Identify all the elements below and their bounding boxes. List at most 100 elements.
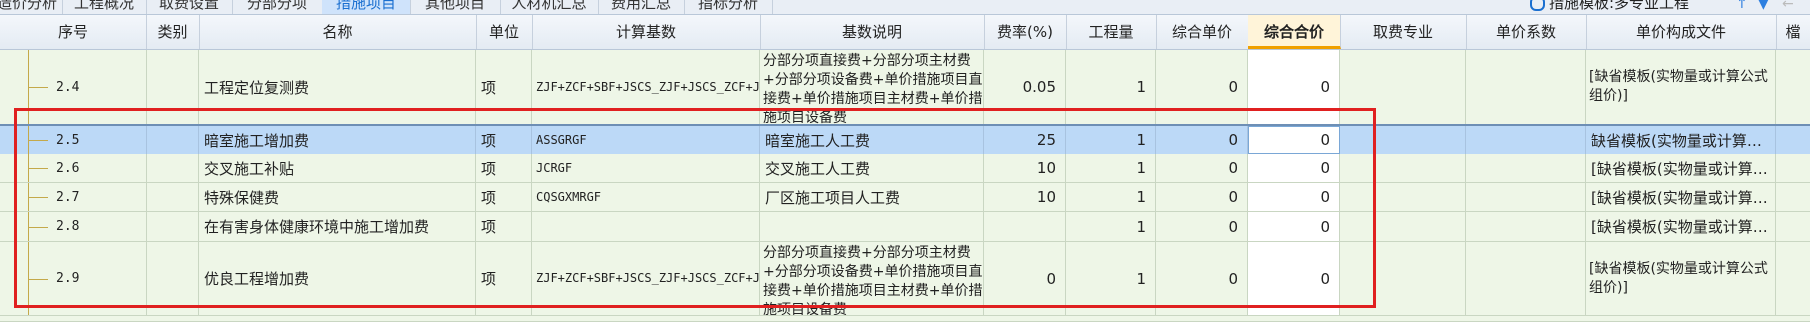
tab-other-items[interactable]: 其他项目 <box>410 0 501 14</box>
row-name[interactable]: 工程定位复测费 <box>199 50 476 124</box>
row-category[interactable] <box>146 212 199 241</box>
arrow-up-icon[interactable]: ↑ <box>1736 0 1748 12</box>
row-base[interactable]: CQSGXMRGF <box>532 183 760 211</box>
row-unit-coef[interactable] <box>1466 126 1586 154</box>
table-row[interactable]: 2.8 在有害身体健康环境中施工增加费 项 1 0 0 [缺省模板(实物量或计算… <box>0 212 1810 242</box>
row-rate[interactable] <box>984 212 1066 241</box>
row-base-desc[interactable]: 分部分项直接费+分部分项主材费+分部分项设备费+单价措施项目直接费+单价措施项目… <box>760 50 984 124</box>
row-name[interactable]: 暗室施工增加费 <box>199 126 476 154</box>
row-fee-major[interactable] <box>1340 183 1466 211</box>
table-row-selected[interactable]: 2.5 暗室施工增加费 项 ASSGRGF 暗室施工人工费 25 1 0 0 缺… <box>0 124 1810 156</box>
row-unit-coef[interactable] <box>1466 50 1586 124</box>
row-unit[interactable]: 项 <box>476 242 532 315</box>
col-header-rate[interactable]: 费率(%) <box>984 15 1067 49</box>
row-price-file[interactable]: 缺省模板(实物量或计算… <box>1586 126 1776 154</box>
row-name[interactable]: 特殊保健费 <box>199 183 476 211</box>
col-header-extra[interactable]: 檔 <box>1776 15 1810 49</box>
col-header-fee-major[interactable]: 取费专业 <box>1340 15 1467 49</box>
row-price-file[interactable]: [缺省模板(实物量或计算… <box>1586 183 1776 211</box>
row-category[interactable] <box>146 50 199 124</box>
row-qty[interactable]: 1 <box>1066 183 1156 211</box>
tab-measure-items[interactable]: 措施项目 <box>322 0 411 14</box>
row-base-desc[interactable] <box>760 212 984 241</box>
row-rate[interactable]: 0 <box>984 242 1066 315</box>
table-row[interactable]: 2.7 特殊保健费 项 CQSGXMRGF 厂区施工项目人工费 10 1 0 0… <box>0 183 1810 212</box>
col-header-price-file[interactable]: 单价构成文件 <box>1586 15 1777 49</box>
table-row[interactable]: 2.6 交叉施工补贴 项 JCRGF 交叉施工人工费 10 1 0 0 [缺省模… <box>0 154 1810 183</box>
tab-cost-analysis[interactable]: 造价分析 <box>0 0 63 14</box>
row-total[interactable]: 0 <box>1248 183 1340 211</box>
col-header-unit-price[interactable]: 综合单价 <box>1156 15 1249 49</box>
row-base[interactable]: ZJF+ZCF+SBF+JSCS_ZJF+JSCS_ZCF+JSCS_SBF <box>532 242 760 315</box>
row-category[interactable] <box>146 242 199 315</box>
tab-sub-items[interactable]: 分部分项 <box>232 0 323 14</box>
table-row[interactable]: 2.4 工程定位复测费 项 ZJF+ZCF+SBF+JSCS_ZJF+JSCS_… <box>0 50 1810 125</box>
col-header-unit[interactable]: 单位 <box>476 15 533 49</box>
row-total[interactable]: 0 <box>1248 50 1340 124</box>
row-unit[interactable]: 项 <box>476 212 532 241</box>
row-base[interactable]: JCRGF <box>532 154 760 182</box>
row-name[interactable]: 交叉施工补贴 <box>199 154 476 182</box>
row-unit-coef[interactable] <box>1466 242 1586 315</box>
row-rate[interactable]: 10 <box>984 154 1066 182</box>
row-base-desc[interactable]: 交叉施工人工费 <box>760 154 984 182</box>
row-rate[interactable]: 25 <box>984 126 1066 154</box>
col-header-seq[interactable]: 序号 <box>0 15 147 49</box>
row-category[interactable] <box>146 126 199 154</box>
row-fee-major[interactable] <box>1340 50 1466 124</box>
row-base[interactable]: ZJF+ZCF+SBF+JSCS_ZJF+JSCS_ZCF+JSCS_SBF <box>532 50 760 124</box>
row-price-file[interactable]: [缺省模板(实物量或计算公式组价)] <box>1586 50 1776 124</box>
row-unit[interactable]: 项 <box>476 50 532 124</box>
row-qty[interactable]: 1 <box>1066 126 1156 154</box>
row-price-file[interactable]: [缺省模板(实物量或计算… <box>1586 154 1776 182</box>
row-total[interactable]: 0 <box>1248 212 1340 241</box>
row-category[interactable] <box>146 154 199 182</box>
row-qty[interactable]: 1 <box>1066 154 1156 182</box>
row-total[interactable]: 0 <box>1248 154 1340 182</box>
tab-index-analysis[interactable]: 指标分析 <box>684 0 773 14</box>
tab-project-overview[interactable]: 工程概况 <box>62 0 147 14</box>
table-row[interactable]: 2.9 优良工程增加费 项 ZJF+ZCF+SBF+JSCS_ZJF+JSCS_… <box>0 242 1810 316</box>
row-unit[interactable]: 项 <box>476 183 532 211</box>
row-unit-price[interactable]: 0 <box>1156 154 1248 182</box>
row-unit[interactable]: 项 <box>476 126 532 154</box>
row-unit-coef[interactable] <box>1466 212 1586 241</box>
row-fee-major[interactable] <box>1340 154 1466 182</box>
row-category[interactable] <box>146 183 199 211</box>
tab-labor-material-summary[interactable]: 人材机汇总 <box>500 0 599 14</box>
row-qty[interactable]: 1 <box>1066 212 1156 241</box>
col-header-name[interactable]: 名称 <box>199 15 477 49</box>
row-unit-price[interactable]: 0 <box>1156 126 1248 154</box>
row-unit-price[interactable]: 0 <box>1156 212 1248 241</box>
row-base-desc[interactable]: 暗室施工人工费 <box>760 126 984 154</box>
row-base-desc[interactable]: 分部分项直接费+分部分项主材费+分部分项设备费+单价措施项目直接费+单价措施项目… <box>760 242 984 315</box>
row-unit-price[interactable]: 0 <box>1156 50 1248 124</box>
row-fee-major[interactable] <box>1340 126 1466 154</box>
row-unit-price[interactable]: 0 <box>1156 242 1248 315</box>
row-base[interactable] <box>532 212 760 241</box>
col-header-category[interactable]: 类别 <box>146 15 200 49</box>
row-qty[interactable]: 1 <box>1066 242 1156 315</box>
row-fee-major[interactable] <box>1340 242 1466 315</box>
row-price-file[interactable]: [缺省模板(实物量或计算公式组价)] <box>1586 242 1776 315</box>
measure-template-label[interactable]: 措施模板:多专业工程 <box>1530 0 1689 14</box>
row-base-desc[interactable]: 厂区施工项目人工费 <box>760 183 984 211</box>
arrow-down-icon[interactable]: ▼ <box>1758 0 1769 12</box>
col-header-total[interactable]: 综合合价 <box>1248 15 1341 49</box>
row-unit-coef[interactable] <box>1466 154 1586 182</box>
row-total[interactable]: 0 <box>1248 242 1340 315</box>
row-rate[interactable]: 10 <box>984 183 1066 211</box>
tab-fee-summary[interactable]: 费用汇总 <box>598 0 685 14</box>
row-fee-major[interactable] <box>1340 212 1466 241</box>
row-base[interactable]: ASSGRGF <box>532 126 760 154</box>
row-unit-coef[interactable] <box>1466 183 1586 211</box>
row-name[interactable]: 在有害身体健康环境中施工增加费 <box>199 212 476 241</box>
tab-fee-settings[interactable]: 取费设置 <box>146 0 233 14</box>
col-header-unit-coef[interactable]: 单价系数 <box>1466 15 1587 49</box>
col-header-base[interactable]: 计算基数 <box>532 15 761 49</box>
arrow-left-icon[interactable]: ← <box>1782 0 1794 12</box>
row-price-file[interactable]: [缺省模板(实物量或计算… <box>1586 212 1776 241</box>
row-qty[interactable]: 1 <box>1066 50 1156 124</box>
row-unit[interactable]: 项 <box>476 154 532 182</box>
row-rate[interactable]: 0.05 <box>984 50 1066 124</box>
